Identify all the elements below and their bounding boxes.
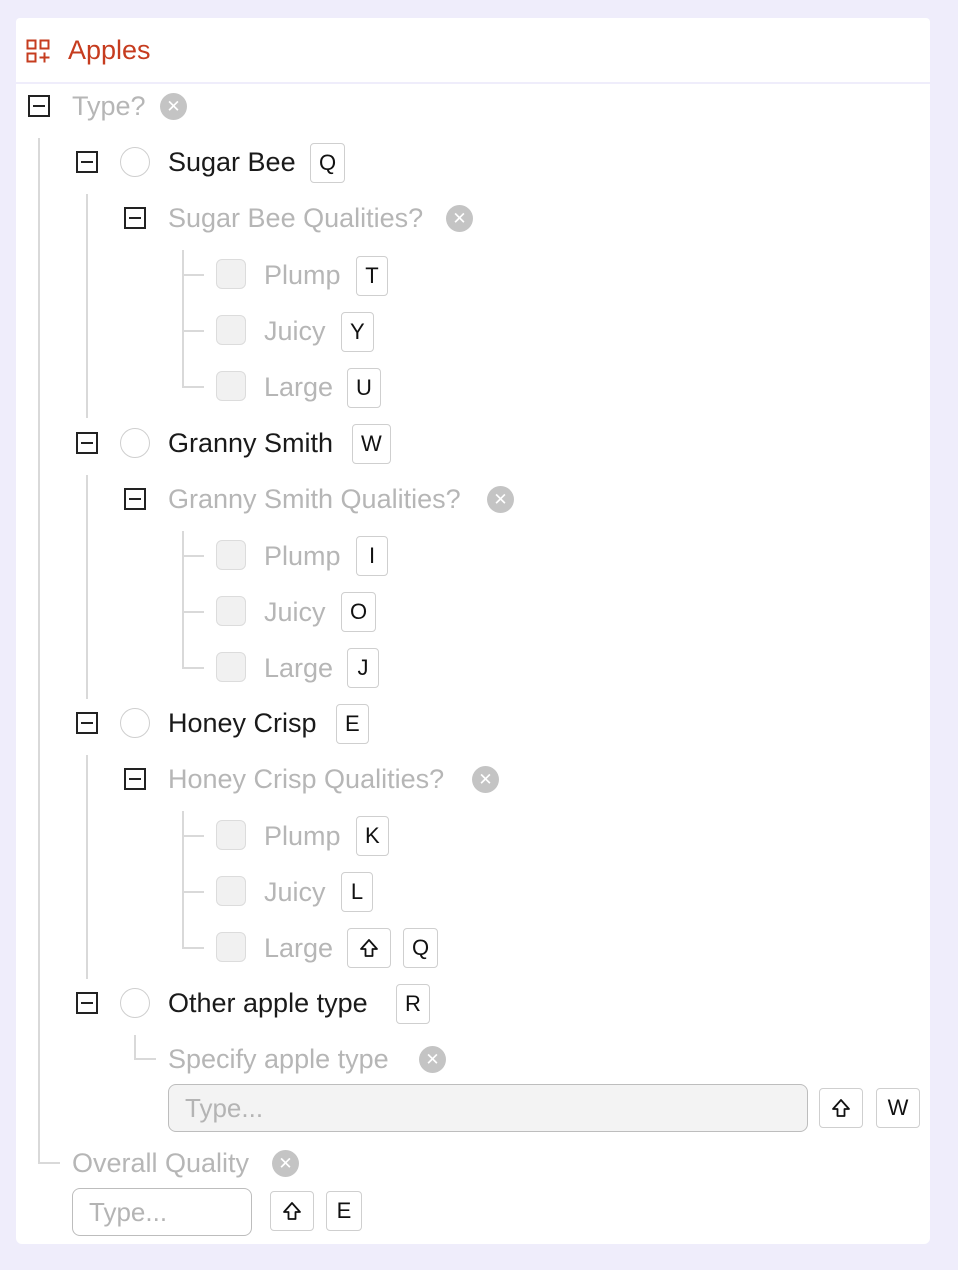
sugar-bee-radio[interactable] xyxy=(120,147,150,177)
clear-sugar-bee-qualities-button[interactable]: ✕ xyxy=(446,205,473,232)
tree-line xyxy=(86,475,88,699)
collapse-granny-smith-qualities-button[interactable] xyxy=(124,488,146,510)
quality-label: Plump xyxy=(264,541,341,571)
granny-smith-plump-checkbox[interactable] xyxy=(216,540,246,570)
tree-line xyxy=(38,138,40,1164)
shift-arrow-icon xyxy=(283,1202,301,1220)
overall-quality-input[interactable] xyxy=(72,1188,252,1236)
shift-key xyxy=(270,1191,314,1231)
quality-label: Large xyxy=(264,933,334,963)
sugar-bee-large-checkbox[interactable] xyxy=(216,371,246,401)
shortcut-key: E xyxy=(326,1191,362,1231)
honey-crisp-large-checkbox[interactable] xyxy=(216,932,246,962)
quality-label: Large xyxy=(264,653,334,683)
clear-overall-quality-button[interactable]: ✕ xyxy=(272,1150,299,1177)
tree-line xyxy=(182,250,184,386)
tree-line xyxy=(86,194,88,418)
tree-line xyxy=(182,274,204,276)
shortcut-key: Q xyxy=(310,143,346,183)
shortcut-key: J xyxy=(347,648,379,688)
shortcut-key: Y xyxy=(341,312,374,352)
type-question-label: Type? xyxy=(72,91,146,121)
quality-label: Plump xyxy=(264,260,341,290)
other-apple-type-radio[interactable] xyxy=(120,988,150,1018)
tree-line xyxy=(182,835,204,837)
granny-smith-large-checkbox[interactable] xyxy=(216,652,246,682)
collapse-sugar-bee-qualities-button[interactable] xyxy=(124,207,146,229)
shortcut-key: E xyxy=(336,704,369,744)
quality-label: Juicy xyxy=(264,597,326,627)
shift-arrow-icon xyxy=(360,939,378,957)
quality-label: Juicy xyxy=(264,316,326,346)
tree-line xyxy=(182,891,204,893)
add-grid-icon xyxy=(26,39,50,63)
shortcut-key: T xyxy=(356,256,388,296)
quality-label: Large xyxy=(264,372,334,402)
shortcut-key: R xyxy=(396,984,430,1024)
granny-smith-juicy-checkbox[interactable] xyxy=(216,596,246,626)
specify-apple-type-input[interactable] xyxy=(168,1084,808,1132)
shift-key xyxy=(347,928,391,968)
tree-line xyxy=(38,1162,60,1164)
collapse-sugar-bee-button[interactable] xyxy=(76,151,98,173)
honey-crisp-plump-checkbox[interactable] xyxy=(216,820,246,850)
form-card xyxy=(16,84,930,1244)
granny-smith-qualities-label: Granny Smith Qualities? xyxy=(168,484,461,514)
shortcut-key: O xyxy=(341,592,377,632)
collapse-granny-smith-button[interactable] xyxy=(76,432,98,454)
collapse-other-apple-type-button[interactable] xyxy=(76,992,98,1014)
clear-type-button[interactable]: ✕ xyxy=(160,93,187,120)
overall-quality-label: Overall Quality xyxy=(72,1148,250,1178)
header-card xyxy=(16,18,930,82)
tree-line xyxy=(182,555,204,557)
quality-label: Juicy xyxy=(264,877,326,907)
shortcut-key: I xyxy=(356,536,388,576)
honey-crisp-radio[interactable] xyxy=(120,708,150,738)
sugar-bee-label: Sugar Bee xyxy=(168,147,296,177)
collapse-type-button[interactable] xyxy=(28,95,50,117)
tree-line xyxy=(134,1035,156,1060)
shortcut-key: W xyxy=(876,1088,920,1128)
honey-crisp-qualities-label: Honey Crisp Qualities? xyxy=(168,764,445,794)
shortcut-key: W xyxy=(352,424,391,464)
tree-line xyxy=(182,330,204,332)
specify-apple-type-label: Specify apple type xyxy=(168,1044,389,1074)
granny-smith-radio[interactable] xyxy=(120,428,150,458)
tree-line xyxy=(182,611,204,613)
shortcut-key: L xyxy=(341,872,373,912)
collapse-honey-crisp-qualities-button[interactable] xyxy=(124,768,146,790)
shift-arrow-icon xyxy=(832,1099,850,1117)
honey-crisp-juicy-checkbox[interactable] xyxy=(216,876,246,906)
tree-line xyxy=(182,386,204,388)
clear-granny-smith-qualities-button[interactable]: ✕ xyxy=(487,486,514,513)
tree-line xyxy=(182,811,184,947)
granny-smith-label: Granny Smith xyxy=(168,428,334,458)
collapse-honey-crisp-button[interactable] xyxy=(76,712,98,734)
tree-line xyxy=(182,667,204,669)
tree-line xyxy=(182,947,204,949)
clear-specify-apple-type-button[interactable]: ✕ xyxy=(419,1046,446,1073)
shortcut-key: U xyxy=(347,368,381,408)
sugar-bee-qualities-label: Sugar Bee Qualities? xyxy=(168,203,424,233)
tree-line xyxy=(86,755,88,979)
clear-honey-crisp-qualities-button[interactable]: ✕ xyxy=(472,766,499,793)
shortcut-key: Q xyxy=(403,928,439,968)
sugar-bee-plump-checkbox[interactable] xyxy=(216,259,246,289)
shift-key xyxy=(819,1088,863,1128)
other-apple-type-label: Other apple type xyxy=(168,988,368,1018)
honey-crisp-label: Honey Crisp xyxy=(168,708,317,738)
tree-line xyxy=(182,531,184,667)
quality-label: Plump xyxy=(264,821,341,851)
sugar-bee-juicy-checkbox[interactable] xyxy=(216,315,246,345)
shortcut-key: K xyxy=(356,816,389,856)
page-title: Apples xyxy=(68,35,151,65)
